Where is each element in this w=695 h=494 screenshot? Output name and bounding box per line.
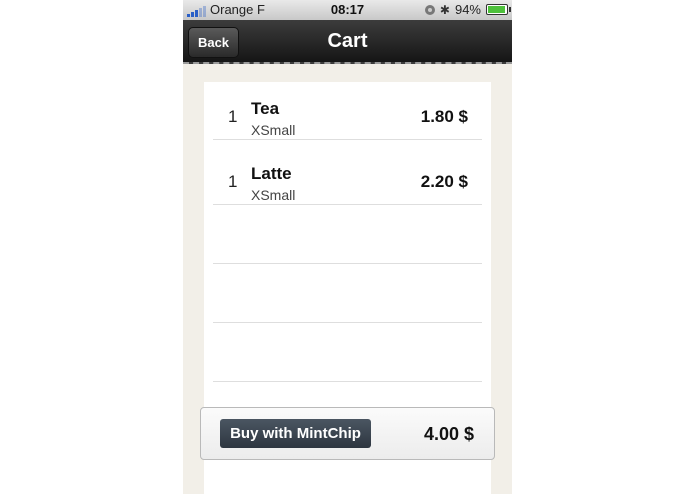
empty-row	[213, 324, 482, 382]
status-right: ✱ 94%	[424, 2, 511, 17]
phone-screen: Orange F 08:17 ✱ 94% Back Cart 1 Tea XSm…	[183, 0, 512, 494]
item-price: 1.80 $	[420, 107, 468, 126]
empty-row	[213, 206, 482, 264]
battery-fill	[488, 6, 505, 13]
status-bar: Orange F 08:17 ✱ 94%	[183, 0, 512, 20]
item-quantity: 1	[228, 172, 238, 191]
cart-total: 4.00 $	[423, 424, 474, 444]
item-size: XSmall	[251, 187, 296, 203]
lock-rotation-icon	[424, 4, 435, 15]
item-price: 2.20 $	[420, 172, 468, 191]
item-size: XSmall	[251, 122, 296, 138]
item-name: Tea	[251, 99, 280, 118]
cart-item-row[interactable]: 1 Latte XSmall 2.20 $	[213, 147, 482, 205]
buy-with-mintchip-button[interactable]: Buy with MintChip	[220, 419, 371, 448]
battery-icon	[486, 4, 511, 15]
checkout-bar: Buy with MintChip 4.00 $	[200, 407, 495, 460]
battery-percent: 94%	[454, 2, 481, 17]
navigation-bar: Back Cart	[183, 20, 512, 64]
bluetooth-icon: ✱	[439, 2, 450, 17]
page-title: Cart	[327, 30, 368, 52]
item-name: Latte	[251, 164, 292, 183]
item-quantity: 1	[228, 107, 238, 126]
empty-row	[213, 265, 482, 323]
cart-item-row[interactable]: 1 Tea XSmall 1.80 $	[213, 82, 482, 140]
